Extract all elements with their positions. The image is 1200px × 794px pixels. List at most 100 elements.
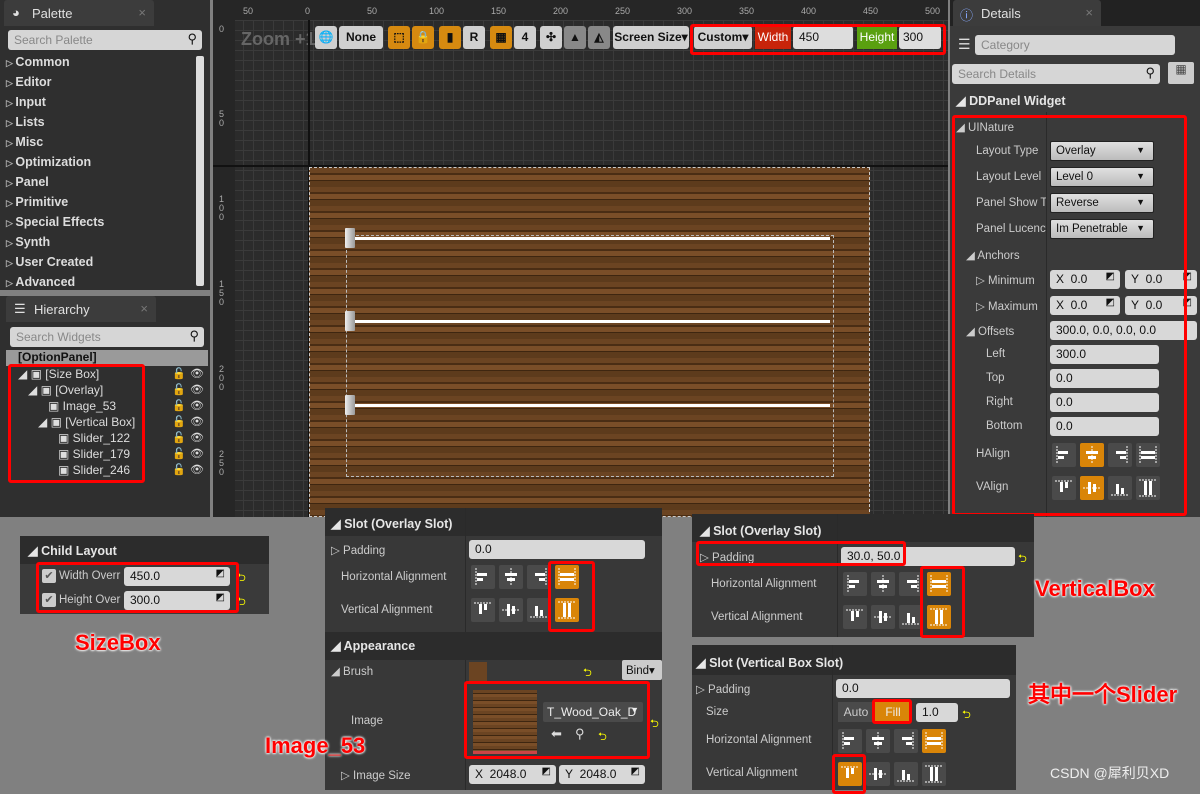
browse-search-icon[interactable]: ⚲ <box>575 726 585 742</box>
align-right-button[interactable] <box>527 565 551 589</box>
max-y-input[interactable]: Y 0.0 ◩ <box>1125 296 1197 315</box>
align-right-button[interactable] <box>894 729 918 753</box>
reset-icon[interactable]: ⮌ <box>237 569 246 588</box>
fill-vertical-button[interactable] <box>927 605 951 629</box>
use-selected-arrow-icon[interactable]: ⬅ <box>551 726 562 742</box>
texture-picker[interactable]: T_Wood_Oak_D ▼ <box>543 702 643 722</box>
fill-vertical-button[interactable] <box>1136 476 1160 500</box>
lock-icon[interactable]: 🔓 <box>172 367 186 380</box>
min-x-input[interactable]: X 0.0 ◩ <box>1050 270 1120 289</box>
align-bottom-button[interactable] <box>894 762 918 786</box>
reset-icon[interactable]: ⮌ <box>237 593 246 612</box>
eye-icon[interactable]: 👁 <box>190 415 204 428</box>
lock-icon[interactable]: 🔒 <box>412 26 434 49</box>
uinature-category[interactable]: ◢ UINature <box>956 120 1014 134</box>
palette-category-input[interactable]: Input <box>6 95 46 109</box>
padding-row[interactable]: ▷ Padding <box>700 550 754 564</box>
height-input[interactable]: 300 <box>899 26 941 49</box>
align-center-h-button[interactable] <box>866 729 890 753</box>
palette-category-primitive[interactable]: Primitive <box>6 195 68 209</box>
tree-item[interactable]: ▣ Slider_246 <box>58 463 165 477</box>
align-left-button[interactable] <box>471 565 495 589</box>
child-layout-header[interactable]: ◢ Child Layout <box>28 543 117 558</box>
eye-icon[interactable]: 👁 <box>190 463 204 476</box>
lock-icon[interactable]: 🔓 <box>172 431 186 444</box>
tree-root[interactable]: [OptionPanel] <box>6 350 208 366</box>
padding-input[interactable]: 30.0, 50.0 <box>841 547 1015 566</box>
details-tab[interactable]: ⓘ Details × <box>953 0 1101 26</box>
image-size-row[interactable]: ▷ Image Size <box>341 768 411 782</box>
offsets-category[interactable]: ◢ Offsets <box>966 324 1014 338</box>
palette-category-optimization[interactable]: Optimization <box>6 155 91 169</box>
width-override-input[interactable]: 450.0 ◩ <box>124 567 230 586</box>
align-center-v-button[interactable] <box>499 598 523 622</box>
tree-item[interactable]: ▣ Slider_179 <box>58 447 165 461</box>
palette-tab[interactable]: ◕ Palette × <box>4 0 154 26</box>
align-left-button[interactable] <box>843 572 867 596</box>
reset-icon[interactable]: ⮌ <box>583 664 592 683</box>
close-icon[interactable]: × <box>138 5 146 20</box>
size-fill-button[interactable]: Fill <box>875 702 911 722</box>
reset-icon[interactable]: ⮌ <box>650 715 659 734</box>
panel-lucency-dropdown[interactable]: Im Penetrable <box>1050 219 1154 239</box>
fill-horizontal-button[interactable] <box>555 565 579 589</box>
bottom-input[interactable]: 0.0 <box>1050 417 1159 436</box>
minimum-row[interactable]: ▷ Minimum <box>976 273 1035 287</box>
align-bottom-button[interactable] <box>527 598 551 622</box>
slot-header[interactable]: ◢ Slot (Vertical Box Slot) <box>696 655 843 670</box>
image-size-y-input[interactable]: Y 2048.0 ◩ <box>559 765 645 784</box>
padding-row[interactable]: ▷ Padding <box>696 682 750 696</box>
grid-snap-icon[interactable]: ▦ <box>490 26 512 49</box>
fill-vertical-button[interactable] <box>555 598 579 622</box>
align-bottom-button[interactable] <box>899 605 923 629</box>
respect-lock-icon[interactable]: ▮ <box>439 26 461 49</box>
padding-input[interactable]: 0.0 <box>836 679 1010 698</box>
palette-category-panel[interactable]: Panel <box>6 175 48 189</box>
none-dropdown[interactable]: None <box>339 26 383 49</box>
palette-category-lists[interactable]: Lists <box>6 115 44 129</box>
slider-track[interactable] <box>349 237 830 240</box>
palette-category-editor[interactable]: Editor <box>6 75 51 89</box>
eye-icon[interactable]: 👁 <box>190 367 204 380</box>
custom-dropdown[interactable]: Custom▾ <box>694 26 752 49</box>
tree-item[interactable]: ◢ ▣ [Vertical Box] <box>38 415 165 429</box>
align-left-button[interactable] <box>1052 443 1076 467</box>
align-top-button[interactable] <box>1052 476 1076 500</box>
tree-item[interactable]: ▣ Image_53 <box>48 399 165 413</box>
padding-input[interactable]: 0.0 <box>469 540 645 559</box>
align-center-h-button[interactable] <box>871 572 895 596</box>
slider-handle[interactable] <box>345 311 355 331</box>
view-options-button[interactable]: ▦ <box>1168 62 1194 84</box>
eye-icon[interactable]: 👁 <box>190 431 204 444</box>
texture-thumbnail[interactable] <box>473 690 537 754</box>
bind-dropdown[interactable]: Bind▾ <box>622 660 662 680</box>
align-top-button[interactable] <box>843 605 867 629</box>
palette-search-input[interactable]: Search Palette ⚲ <box>8 30 202 50</box>
globe-button[interactable]: 🌐 <box>315 26 337 49</box>
max-x-input[interactable]: X 0.0 ◩ <box>1050 296 1120 315</box>
reset-icon[interactable]: ⮌ <box>1018 550 1027 569</box>
height-override-input[interactable]: 300.0 ◩ <box>124 591 230 610</box>
outline-toggle[interactable]: ⬚ <box>388 26 410 49</box>
category-input[interactable]: Category <box>975 35 1175 55</box>
lock-icon[interactable]: 🔓 <box>172 415 186 428</box>
mirror-icon[interactable]: ◭ <box>588 26 610 49</box>
align-right-button[interactable] <box>899 572 923 596</box>
vertical-box-outline[interactable] <box>346 235 834 477</box>
align-center-v-button[interactable] <box>1080 476 1104 500</box>
align-center-v-button[interactable] <box>871 605 895 629</box>
close-icon[interactable]: × <box>140 301 148 316</box>
align-center-h-button[interactable] <box>499 565 523 589</box>
section-header[interactable]: ◢ DDPanel Widget <box>956 93 1066 108</box>
padding-row[interactable]: ▷ Padding <box>331 543 385 557</box>
anchors-category[interactable]: ◢ Anchors <box>966 248 1020 262</box>
screen-size-dropdown[interactable]: Screen Size▾ <box>613 26 689 49</box>
fill-horizontal-button[interactable] <box>927 572 951 596</box>
fill-horizontal-button[interactable] <box>922 729 946 753</box>
eye-icon[interactable]: 👁 <box>190 447 204 460</box>
align-center-h-button[interactable] <box>1080 443 1104 467</box>
layout-level-dropdown[interactable]: Level 0 <box>1050 167 1154 187</box>
palette-category-user-created[interactable]: User Created <box>6 255 93 269</box>
slider-track[interactable] <box>349 404 830 407</box>
grid-size-dropdown[interactable]: 4 <box>514 26 536 49</box>
